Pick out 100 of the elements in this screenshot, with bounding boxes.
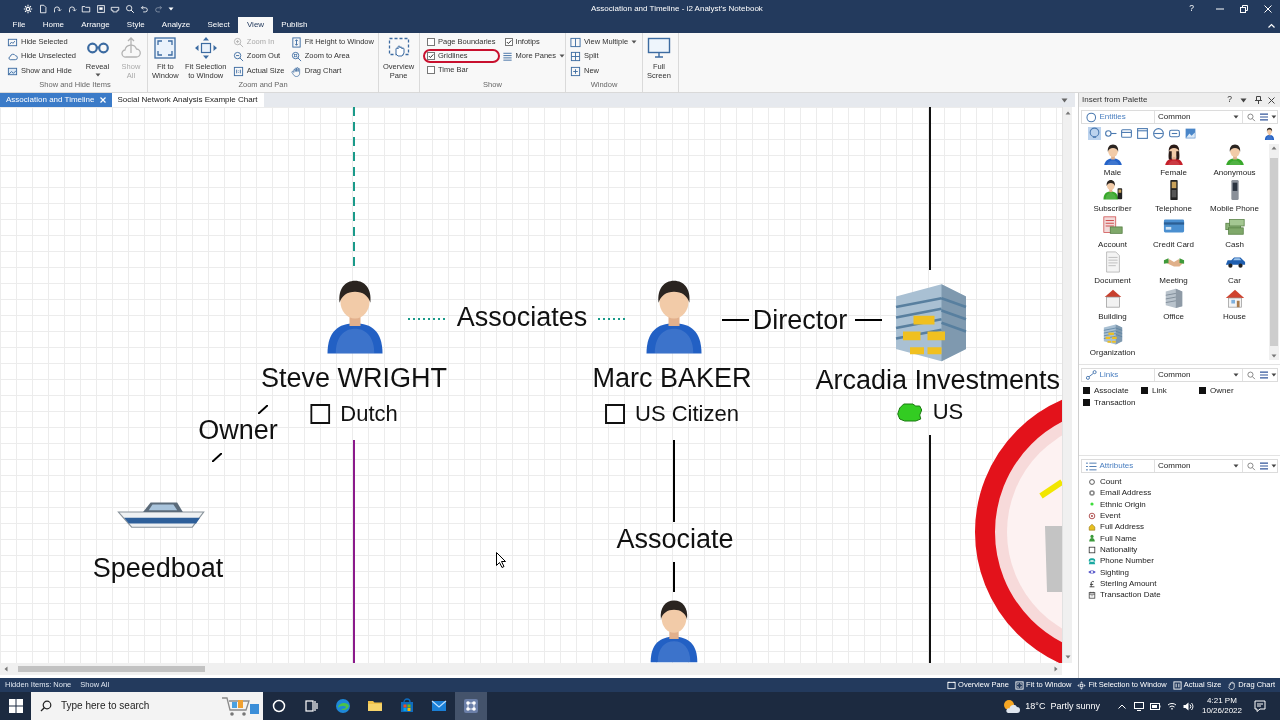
folder-icon[interactable] [81,3,91,14]
menu-tab[interactable]: File [4,17,35,33]
battery-icon[interactable] [1149,702,1161,710]
palette-item[interactable]: Telephone [1143,179,1204,215]
menu-tab[interactable]: Select [198,17,239,33]
scrollbar-thumb[interactable] [1270,158,1278,346]
palette-item[interactable]: Event [1088,510,1280,522]
frame-icon[interactable] [1136,127,1149,140]
caret-icon[interactable] [1271,373,1277,377]
palette-item[interactable]: Owner [1199,385,1257,396]
caret-icon[interactable] [1233,115,1240,119]
palette-item[interactable]: Female [1143,143,1204,179]
person-icon[interactable] [1264,127,1275,140]
palette-item[interactable]: Nationality [1088,544,1280,556]
palette-item[interactable]: Associate [1083,385,1141,396]
palette-item[interactable]: Meeting [1143,251,1204,287]
image-icon[interactable] [1184,127,1197,140]
page-icon[interactable] [37,3,48,14]
search-field[interactable]: Type here to search [61,700,211,712]
palette-item[interactable]: Office [1143,287,1204,323]
start-icon[interactable] [9,699,23,713]
section-label[interactable]: Attributes [1096,461,1154,471]
caret-down-icon[interactable] [1240,97,1247,103]
help-button[interactable]: ? [1189,3,1194,14]
document-tab[interactable]: Association and Timeline [0,93,112,107]
caret-icon[interactable] [94,73,101,77]
section-label[interactable]: Links [1096,370,1154,380]
restore-icon[interactable] [1240,4,1248,13]
redo-icon[interactable] [153,3,164,14]
caret-icon[interactable] [559,54,565,59]
network-icon[interactable] [1166,701,1177,711]
speaker-icon[interactable] [1182,701,1194,711]
palette-item[interactable]: Transaction Date [1088,589,1280,601]
arrow-left-icon[interactable] [4,666,8,672]
arrow-up-icon[interactable] [1271,146,1277,150]
palette-item[interactable]: Male [1082,143,1143,179]
pin-icon[interactable] [1255,96,1262,104]
card-icon[interactable] [1120,127,1133,140]
checkbox[interactable] [427,66,435,74]
palette-item[interactable]: Account [1082,215,1143,251]
menu-icon[interactable] [1259,462,1269,470]
palette-item[interactable]: Sterling Amount [1088,578,1280,590]
palette-item[interactable]: Full Name [1088,532,1280,544]
caret-icon[interactable] [1271,464,1277,468]
caret-icon[interactable] [631,40,638,45]
filter-dropdown[interactable]: Common [1154,460,1244,472]
palette-item[interactable]: Mobile Phone [1204,179,1265,215]
palette-item[interactable]: Car [1204,251,1265,287]
checkbox[interactable] [504,38,513,46]
undo-icon[interactable] [139,3,149,14]
search-icon[interactable] [124,3,135,14]
palette-item[interactable]: Credit Card [1143,215,1204,251]
palette-item[interactable]: House [1204,287,1265,323]
menu-tab[interactable]: Style [118,17,154,33]
caret-icon[interactable] [1233,373,1240,377]
caret-icon[interactable] [1271,115,1277,119]
menu-tab[interactable]: Analyze [153,17,199,33]
menu-icon[interactable] [1259,113,1269,121]
curved-arrow-icon[interactable] [52,3,62,14]
filter-dropdown[interactable]: Common [1154,369,1244,381]
palette-item[interactable]: Subscriber [1082,179,1143,215]
palette-item[interactable]: Anonymous [1204,143,1265,179]
customize-caret-icon[interactable] [168,6,174,11]
display-icon[interactable] [1133,701,1144,711]
taskbar-button[interactable] [455,692,487,720]
circle-icon[interactable] [1088,127,1101,140]
scrollbar-thumb[interactable] [18,666,205,672]
caret-icon[interactable] [1233,464,1240,468]
collapse-ribbon-icon[interactable] [1268,22,1275,28]
label-icon[interactable] [1168,127,1181,140]
node-link-icon[interactable] [1104,127,1117,140]
menu-tab[interactable]: Publish [272,17,317,33]
gear-icon[interactable] [23,3,33,14]
palette-item[interactable]: Phone Number [1088,555,1280,567]
palette-item[interactable]: Cash [1204,215,1265,251]
filter-dropdown[interactable]: Common [1154,111,1244,123]
close-icon[interactable] [1268,96,1275,104]
menu-icon[interactable] [1259,371,1269,379]
caret-down-icon[interactable] [1061,97,1068,103]
menu-tab[interactable]: View [238,17,273,33]
section-label[interactable]: Entities [1096,112,1154,122]
curved-arrow-icon[interactable] [66,3,77,14]
menu-tab[interactable]: Arrange [72,17,119,33]
palette-item[interactable]: Full Address [1088,521,1280,533]
palette-item[interactable]: Organization [1082,323,1143,359]
help-button[interactable]: ? [1223,95,1236,105]
arrow-down-icon[interactable] [1271,354,1277,358]
palette-item[interactable]: Sighting [1088,566,1280,578]
chevron-up-icon[interactable] [1117,703,1126,709]
palette-item[interactable]: Transaction [1083,397,1141,408]
palette-item[interactable]: Document [1082,251,1143,287]
search-bar[interactable]: Type here to search [31,692,263,720]
document-tab[interactable]: Social Network Analysis Example Chart [111,93,264,107]
notification-icon[interactable] [1254,700,1266,712]
palette-item[interactable]: Count [1088,476,1280,487]
palette-item[interactable]: Link [1141,385,1199,396]
arrow-up-icon[interactable] [1064,111,1071,115]
menu-tab[interactable]: Home [34,17,73,33]
arrow-down-icon[interactable] [1064,655,1071,659]
sun-cloud-icon[interactable] [1002,698,1021,714]
